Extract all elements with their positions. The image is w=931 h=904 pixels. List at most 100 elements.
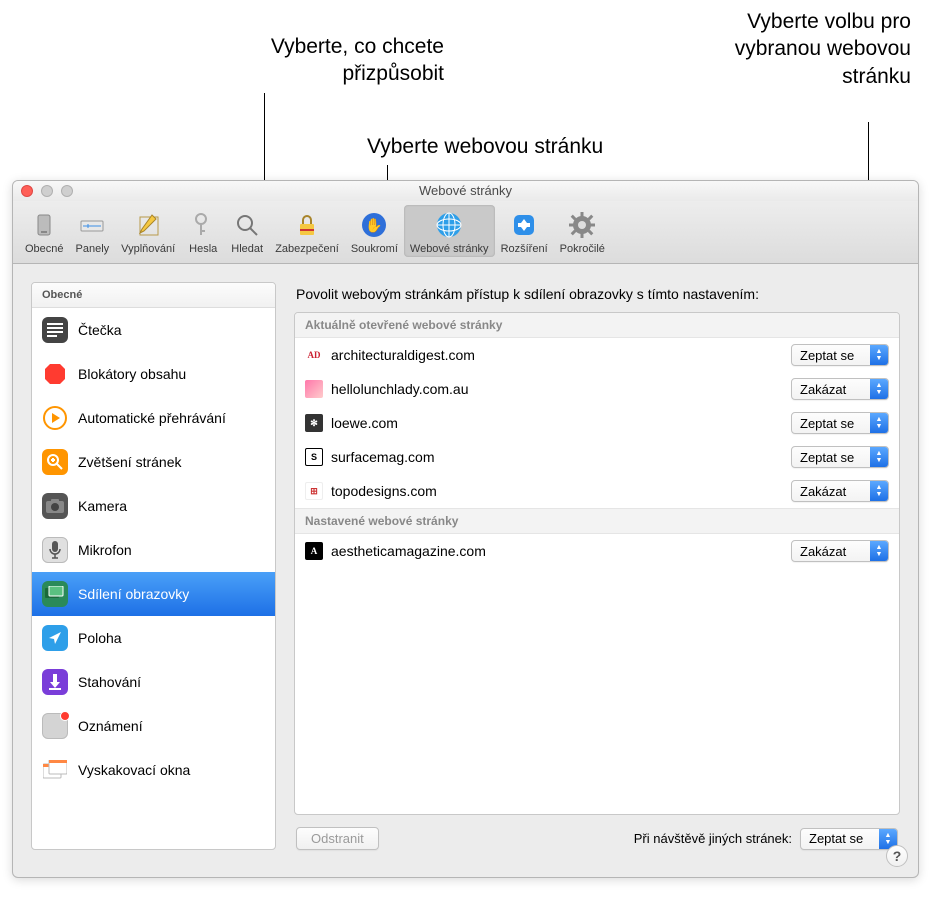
site-name: surfacemag.com — [331, 449, 783, 465]
tab-advanced[interactable]: Pokročilé — [554, 205, 611, 257]
sidebar-item-downloads[interactable]: Stahování — [32, 660, 275, 704]
site-option-select[interactable]: Zeptat se ▲▼ — [791, 446, 889, 468]
favicon — [305, 380, 323, 398]
section-header-open: Aktuálně otevřené webové stránky — [295, 313, 899, 338]
site-option-select[interactable]: Zakázat ▲▼ — [791, 540, 889, 562]
popups-icon — [42, 757, 68, 783]
svg-text:✋: ✋ — [366, 217, 383, 233]
tab-websites[interactable]: Webové stránky — [404, 205, 495, 257]
tab-general[interactable]: Obecné — [19, 205, 70, 257]
toolbar-label: Webové stránky — [410, 243, 489, 255]
minimize-button[interactable] — [41, 185, 53, 197]
site-row[interactable]: S surfacemag.com Zeptat se ▲▼ — [295, 440, 899, 474]
site-option-select[interactable]: Zeptat se ▲▼ — [791, 412, 889, 434]
site-row[interactable]: A aestheticamagazine.com Zakázat ▲▼ — [295, 534, 899, 568]
favicon: ✻ — [305, 414, 323, 432]
site-name: topodesigns.com — [331, 483, 783, 499]
tab-tabs[interactable]: Panely — [70, 205, 116, 257]
search-icon — [231, 209, 263, 241]
tab-search[interactable]: Hledat — [225, 205, 269, 257]
select-label: Zeptat se — [792, 450, 870, 465]
toolbar-label: Hledat — [231, 243, 263, 255]
microphone-icon — [42, 537, 68, 563]
remove-button[interactable]: Odstranit — [296, 827, 379, 850]
site-row[interactable]: hellolunchlady.com.au Zakázat ▲▼ — [295, 372, 899, 406]
extensions-icon — [508, 209, 540, 241]
general-icon — [28, 209, 60, 241]
tab-security[interactable]: Zabezpečení — [269, 205, 345, 257]
sidebar-item-label: Zvětšení stránek — [78, 454, 182, 470]
main-heading: Povolit webovým stránkám přístup k sdíle… — [296, 286, 900, 302]
sidebar: Obecné Čtečka Blokátory obsahu Automatic… — [31, 282, 276, 850]
callout-text: Vyberte volbu pro vybranou webovou strán… — [735, 10, 911, 88]
sidebar-item-label: Blokátory obsahu — [78, 366, 186, 382]
callout-select-site: Vyberte webovou stránku — [367, 133, 603, 160]
sidebar-item-screen-sharing[interactable]: Sdílení obrazovky — [32, 572, 275, 616]
tab-autofill[interactable]: Vyplňování — [115, 205, 181, 257]
favicon: ⊞ — [305, 482, 323, 500]
section-header-configured: Nastavené webové stránky — [295, 508, 899, 534]
sidebar-item-autoplay[interactable]: Automatické přehrávání — [32, 396, 275, 440]
site-name: aestheticamagazine.com — [331, 543, 783, 559]
site-option-select[interactable]: Zeptat se ▲▼ — [791, 344, 889, 366]
close-button[interactable] — [21, 185, 33, 197]
privacy-icon: ✋ — [358, 209, 390, 241]
sidebar-item-content-blockers[interactable]: Blokátory obsahu — [32, 352, 275, 396]
toolbar: Obecné Panely Vyplňování Hesla Hledat — [13, 201, 918, 264]
sidebar-item-reader[interactable]: Čtečka — [32, 308, 275, 352]
blocker-icon — [42, 361, 68, 387]
toolbar-label: Pokročilé — [560, 243, 605, 255]
sidebar-item-label: Sdílení obrazovky — [78, 586, 189, 602]
sidebar-item-label: Mikrofon — [78, 542, 132, 558]
sidebar-item-label: Čtečka — [78, 322, 122, 338]
callout-text: Vyberte, co chcete přizpůsobit — [271, 35, 444, 85]
sidebar-item-label: Automatické přehrávání — [78, 410, 226, 426]
site-name: hellolunchlady.com.au — [331, 381, 783, 397]
sidebar-item-label: Oznámení — [78, 718, 143, 734]
sidebar-item-microphone[interactable]: Mikrofon — [32, 528, 275, 572]
zoom-icon — [42, 449, 68, 475]
bottom-bar: Odstranit Při návštěvě jiných stránek: Z… — [294, 815, 900, 850]
site-row[interactable]: AD architecturaldigest.com Zeptat se ▲▼ — [295, 338, 899, 372]
toolbar-label: Zabezpečení — [275, 243, 339, 255]
toolbar-label: Hesla — [189, 243, 217, 255]
toolbar-label: Rozšíření — [501, 243, 548, 255]
sidebar-item-popups[interactable]: Vyskakovací okna — [32, 748, 275, 792]
favicon: S — [305, 448, 323, 466]
sidebar-item-notifications[interactable]: Oznámení — [32, 704, 275, 748]
globe-icon — [433, 209, 465, 241]
site-row[interactable]: ⊞ topodesigns.com Zakázat ▲▼ — [295, 474, 899, 508]
preferences-window: Webové stránky Obecné Panely Vyplňování — [12, 180, 919, 878]
favicon: A — [305, 542, 323, 560]
chevron-updown-icon: ▲▼ — [870, 379, 888, 399]
help-button[interactable]: ? — [886, 845, 908, 867]
site-list-box: Aktuálně otevřené webové stránky AD arch… — [294, 312, 900, 815]
chevron-updown-icon: ▲▼ — [870, 541, 888, 561]
badge-icon — [60, 711, 70, 721]
site-name: loewe.com — [331, 415, 783, 431]
tab-privacy[interactable]: ✋ Soukromí — [345, 205, 404, 257]
site-name: architecturaldigest.com — [331, 347, 783, 363]
traffic-lights — [21, 185, 73, 197]
site-option-select[interactable]: Zakázat ▲▼ — [791, 378, 889, 400]
other-sites-select[interactable]: Zeptat se ▲▼ — [800, 828, 898, 850]
sidebar-item-label: Kamera — [78, 498, 127, 514]
tab-extensions[interactable]: Rozšíření — [495, 205, 554, 257]
autofill-icon — [132, 209, 164, 241]
callout-customize: Vyberte, co chcete přizpůsobit — [244, 33, 444, 88]
toolbar-label: Panely — [76, 243, 110, 255]
notifications-icon — [42, 713, 68, 739]
tab-passwords[interactable]: Hesla — [181, 205, 225, 257]
sidebar-item-camera[interactable]: Kamera — [32, 484, 275, 528]
sidebar-item-location[interactable]: Poloha — [32, 616, 275, 660]
site-option-select[interactable]: Zakázat ▲▼ — [791, 480, 889, 502]
site-row[interactable]: ✻ loewe.com Zeptat se ▲▼ — [295, 406, 899, 440]
sidebar-item-page-zoom[interactable]: Zvětšení stránek — [32, 440, 275, 484]
sidebar-header: Obecné — [32, 283, 275, 308]
other-sites-control: Při návštěvě jiných stránek: Zeptat se ▲… — [634, 828, 898, 850]
toolbar-label: Soukromí — [351, 243, 398, 255]
maximize-button[interactable] — [61, 185, 73, 197]
sidebar-item-label: Poloha — [78, 630, 122, 646]
lock-icon — [291, 209, 323, 241]
titlebar: Webové stránky — [13, 181, 918, 201]
